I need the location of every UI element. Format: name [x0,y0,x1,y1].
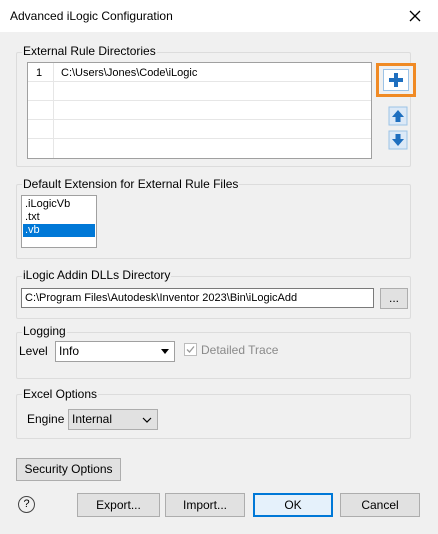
addin-path-field[interactable]: C:\Program Files\Autodesk\Inventor 2023\… [21,288,374,308]
list-item[interactable] [28,101,371,120]
help-icon: ? [23,498,30,510]
row-number: 1 [36,67,43,79]
external-rules-label: External Rule Directories [22,44,157,58]
detailed-trace-checkbox[interactable] [184,343,197,356]
engine-select[interactable]: Internal [68,409,158,430]
check-icon [186,346,195,353]
list-item[interactable]: 1 C:\Users\Jones\Code\iLogic [28,63,371,82]
detailed-trace-label: Detailed Trace [201,343,279,357]
browse-button[interactable]: ... [380,288,408,309]
move-up-button[interactable] [388,106,408,126]
list-item[interactable] [28,139,371,158]
extension-option[interactable]: .txt [23,211,95,224]
close-button[interactable] [398,2,432,30]
extension-option[interactable]: .iLogicVb [23,198,95,211]
add-directory-button[interactable] [383,69,409,91]
plus-icon [389,73,403,87]
window-title: Advanced iLogic Configuration [10,9,173,23]
arrow-down-icon [388,130,408,150]
chevron-down-icon [142,417,152,423]
ok-button[interactable]: OK [253,493,333,517]
level-label: Level [19,344,48,358]
list-item[interactable] [28,120,371,139]
extension-list[interactable]: .iLogicVb .txt .vb [21,195,97,248]
export-button[interactable]: Export... [77,493,160,517]
directory-path: C:\Users\Jones\Code\iLogic [61,67,198,79]
security-options-button[interactable]: Security Options [16,458,121,481]
level-select[interactable]: Info [55,341,175,362]
extension-option-selected[interactable]: .vb [23,224,95,237]
help-button[interactable]: ? [18,496,35,513]
move-down-button[interactable] [388,130,408,150]
logging-label: Logging [22,324,67,338]
engine-label: Engine [27,412,65,426]
close-icon [409,10,421,22]
list-item[interactable] [28,82,371,101]
engine-value: Internal [72,412,113,426]
addin-label: iLogic Addin DLLs Directory [22,268,172,282]
excel-label: Excel Options [22,387,99,401]
extension-label: Default Extension for External Rule File… [22,177,240,191]
cancel-button[interactable]: Cancel [340,493,420,517]
level-value: Info [59,344,80,358]
import-button[interactable]: Import... [165,493,245,517]
rule-directories-list[interactable]: 1 C:\Users\Jones\Code\iLogic [27,62,372,159]
arrow-up-icon [388,106,408,126]
chevron-down-icon [161,349,169,354]
